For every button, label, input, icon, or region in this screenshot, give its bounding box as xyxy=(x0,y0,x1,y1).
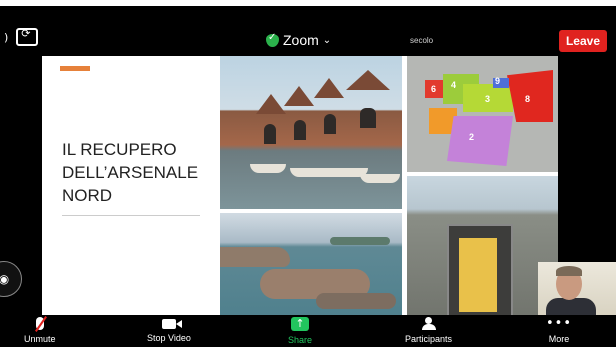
participants-button[interactable]: Participants xyxy=(405,317,452,344)
participants-label: Participants xyxy=(405,334,453,344)
app-title: Zoom xyxy=(283,32,319,48)
meeting-toolbar: Unmute Stop Video ↑ Share Participants •… xyxy=(0,315,616,347)
zone-label: 6 xyxy=(431,84,437,94)
video-camera-icon xyxy=(161,319,182,329)
share-button[interactable]: ↑ Share xyxy=(288,317,312,345)
unmute-button[interactable]: Unmute xyxy=(24,317,56,344)
shared-slide: IL RECUPERO DELL’ARSENALE NORD 6 4 3 9 8… xyxy=(42,56,558,326)
share-label: Share xyxy=(288,335,313,345)
camera-icon: ◉ xyxy=(0,272,10,286)
slide-divider xyxy=(62,215,200,216)
stop-video-button[interactable]: Stop Video xyxy=(147,317,191,343)
venice-aerial-photo xyxy=(220,213,402,326)
more-label: More xyxy=(548,334,570,344)
more-dots-icon: ••• xyxy=(546,316,573,331)
camera-switch-side-button[interactable]: ◉ xyxy=(0,261,22,297)
slide-title: IL RECUPERO DELL’ARSENALE NORD xyxy=(62,140,199,205)
zone-label: 4 xyxy=(451,80,457,90)
shipyard-dock-photo xyxy=(407,176,558,326)
switch-camera-icon[interactable] xyxy=(16,27,39,46)
more-button[interactable]: ••• More xyxy=(546,317,572,344)
mic-muted-icon xyxy=(35,317,44,330)
participant-hair xyxy=(556,266,582,276)
share-arrow-icon: ↑ xyxy=(291,317,310,331)
participants-icon xyxy=(420,317,438,330)
chevron-down-icon: ⌄ xyxy=(322,34,332,46)
self-video-thumbnail[interactable] xyxy=(538,262,616,315)
unmute-label: Unmute xyxy=(24,334,56,344)
speaker-icon[interactable]: ) xyxy=(4,31,8,44)
zone-label: 8 xyxy=(525,94,531,104)
leave-button[interactable]: Leave xyxy=(558,30,607,52)
top-left-controls: ) xyxy=(4,27,39,46)
arsenale-zone-map: 6 4 3 9 8 2 xyxy=(407,56,558,172)
zone-label: 9 xyxy=(495,76,501,86)
slide-accent-bar xyxy=(60,66,90,71)
meeting-info-button[interactable]: Zoom ⌄ xyxy=(266,32,331,48)
stop-video-label: Stop Video xyxy=(147,333,191,343)
arsenale-buildings-photo xyxy=(220,56,402,209)
zoom-meeting-screen: IL RECUPERO DELL’ARSENALE NORD 6 4 3 9 8… xyxy=(0,6,616,347)
participant-body xyxy=(546,298,596,315)
secure-shield-icon xyxy=(266,32,279,47)
zone-label: 2 xyxy=(469,132,475,142)
zone-label: 3 xyxy=(485,94,491,104)
top-bar: ) Zoom ⌄ Leave xyxy=(0,6,616,52)
